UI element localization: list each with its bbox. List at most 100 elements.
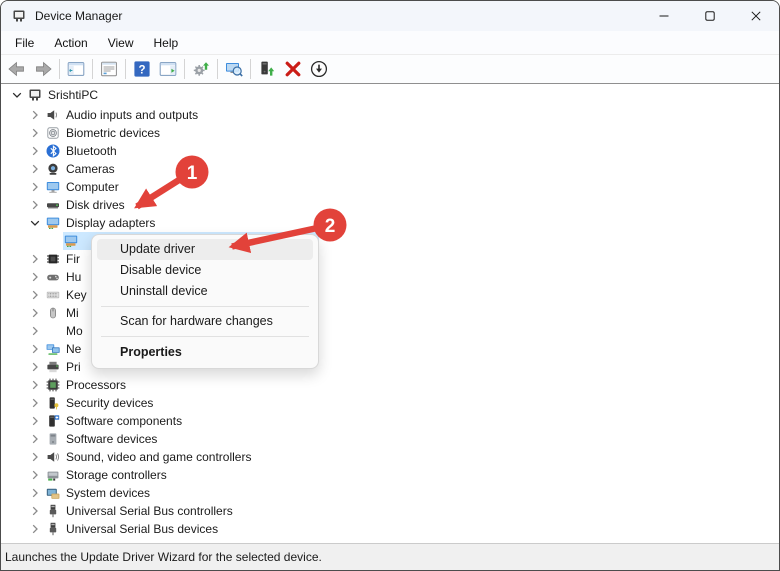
tree-item-label: Cameras xyxy=(66,162,115,176)
chevron-down-icon[interactable] xyxy=(9,87,25,103)
chevron-right-icon[interactable] xyxy=(27,395,43,411)
tree-item-label: Universal Serial Bus devices xyxy=(66,522,219,536)
scan-hardware-icon xyxy=(224,59,244,79)
menu-bar: File Action View Help xyxy=(1,31,779,55)
action-pane-button[interactable] xyxy=(155,57,181,81)
chevron-right-icon[interactable] xyxy=(27,485,43,501)
tree-item-display-adapters[interactable]: Display adapters xyxy=(1,214,779,232)
tree-item-cameras[interactable]: Cameras xyxy=(1,160,779,178)
context-menu-item-disable-device[interactable]: Disable device xyxy=(92,260,318,281)
scan-hardware-button[interactable] xyxy=(221,57,247,81)
minimize-icon xyxy=(659,11,669,21)
minimize-button[interactable] xyxy=(641,1,687,31)
tree-item-storage-controllers[interactable]: Storage controllers xyxy=(1,466,779,484)
tree-item-audio-inputs-and-outputs[interactable]: Audio inputs and outputs xyxy=(1,106,779,124)
context-menu: Update driver Disable device Uninstall dev… xyxy=(91,234,319,369)
maximize-button[interactable] xyxy=(687,1,733,31)
context-menu-item-properties[interactable]: Properties xyxy=(92,341,318,363)
chevron-right-icon[interactable] xyxy=(27,323,43,339)
tree-item-sound-video-and-game-controllers[interactable]: Sound, video and game controllers xyxy=(1,448,779,466)
maximize-icon xyxy=(705,11,715,21)
add-driver-icon xyxy=(257,59,277,79)
tree-item-universal-serial-bus-controllers[interactable]: Universal Serial Bus controllers xyxy=(1,502,779,520)
storage-icon xyxy=(45,467,61,483)
tree-item-label: SrishtiPC xyxy=(48,88,99,102)
chevron-right-icon[interactable] xyxy=(27,107,43,123)
display-adapter-icon xyxy=(63,233,79,249)
menu-help[interactable]: Help xyxy=(144,33,189,53)
context-menu-item-scan-for-hardware-changes[interactable]: Scan for hardware changes xyxy=(92,311,318,332)
help-button[interactable]: ? xyxy=(129,57,155,81)
uninstall-icon xyxy=(283,59,303,79)
properties-button[interactable] xyxy=(96,57,122,81)
close-button[interactable] xyxy=(733,1,779,31)
chevron-right-icon[interactable] xyxy=(27,467,43,483)
hid-icon xyxy=(45,269,61,285)
tree-item-label: Audio inputs and outputs xyxy=(66,108,199,122)
disable-button[interactable] xyxy=(306,57,332,81)
toolbar: ? xyxy=(1,55,779,84)
chevron-right-icon[interactable] xyxy=(27,179,43,195)
computer-icon xyxy=(45,179,61,195)
chevron-right-icon[interactable] xyxy=(27,269,43,285)
toolbar-separator xyxy=(250,59,251,79)
tree-item-label: Sound, video and game controllers xyxy=(66,450,252,464)
tree-item-processors[interactable]: Processors xyxy=(1,376,779,394)
tree-item-universal-serial-bus-devices[interactable]: Universal Serial Bus devices xyxy=(1,520,779,538)
security-icon xyxy=(45,395,61,411)
chevron-right-icon[interactable] xyxy=(27,503,43,519)
menu-action[interactable]: Action xyxy=(44,33,97,53)
chevron-right-icon[interactable] xyxy=(27,521,43,537)
usb-icon xyxy=(45,503,61,519)
context-menu-item-uninstall-device[interactable]: Uninstall device xyxy=(92,281,318,302)
firmware-icon xyxy=(45,251,61,267)
system-icon xyxy=(45,485,61,501)
tree-item-label: Software devices xyxy=(66,432,158,446)
tree-item-srishtipc[interactable]: SrishtiPC xyxy=(1,86,779,104)
chevron-right-icon[interactable] xyxy=(27,413,43,429)
context-menu-item-update-driver[interactable]: Update driver xyxy=(97,239,313,260)
chevron-right-icon[interactable] xyxy=(27,143,43,159)
disable-icon xyxy=(309,59,329,79)
add-driver-button[interactable] xyxy=(254,57,280,81)
chevron-right-icon[interactable] xyxy=(27,161,43,177)
tree-item-label: Security devices xyxy=(66,396,154,410)
chevron-down-icon[interactable] xyxy=(27,215,43,231)
window-title: Device Manager xyxy=(35,9,123,23)
tree-item-label: Hu xyxy=(66,270,82,284)
chevron-right-icon[interactable] xyxy=(27,287,43,303)
help-icon: ? xyxy=(132,59,152,79)
chevron-right-icon[interactable] xyxy=(27,449,43,465)
properties-icon xyxy=(99,59,119,79)
context-menu-separator xyxy=(101,306,309,307)
chevron-right-icon[interactable] xyxy=(27,197,43,213)
chevron-right-icon[interactable] xyxy=(27,251,43,267)
tree-item-label: Software components xyxy=(66,414,183,428)
uninstall-button[interactable] xyxy=(280,57,306,81)
chevron-right-icon[interactable] xyxy=(27,125,43,141)
tree-item-software-components[interactable]: Software components xyxy=(1,412,779,430)
tree-item-bluetooth[interactable]: Bluetooth xyxy=(1,142,779,160)
tree-item-label: Ne xyxy=(66,342,82,356)
chevron-right-icon[interactable] xyxy=(27,341,43,357)
update-driver-button[interactable] xyxy=(188,57,214,81)
display-adapter-icon xyxy=(45,215,61,231)
tree-item-system-devices[interactable]: System devices xyxy=(1,484,779,502)
chevron-right-icon[interactable] xyxy=(27,359,43,375)
console-tree-button[interactable] xyxy=(63,57,89,81)
tree-item-label: Mi xyxy=(66,306,79,320)
menu-file[interactable]: File xyxy=(5,33,44,53)
tree-item-disk-drives[interactable]: Disk drives xyxy=(1,196,779,214)
tree-item-security-devices[interactable]: Security devices xyxy=(1,394,779,412)
menu-view[interactable]: View xyxy=(98,33,144,53)
chevron-right-icon[interactable] xyxy=(27,377,43,393)
tree-item-label: Processors xyxy=(66,378,127,392)
tree-item-software-devices[interactable]: Software devices xyxy=(1,430,779,448)
chevron-right-icon[interactable] xyxy=(27,431,43,447)
keyboard-icon xyxy=(45,287,61,303)
back-button[interactable] xyxy=(4,57,30,81)
chevron-right-icon[interactable] xyxy=(27,305,43,321)
forward-button[interactable] xyxy=(30,57,56,81)
tree-item-biometric-devices[interactable]: Biometric devices xyxy=(1,124,779,142)
tree-item-computer[interactable]: Computer xyxy=(1,178,779,196)
